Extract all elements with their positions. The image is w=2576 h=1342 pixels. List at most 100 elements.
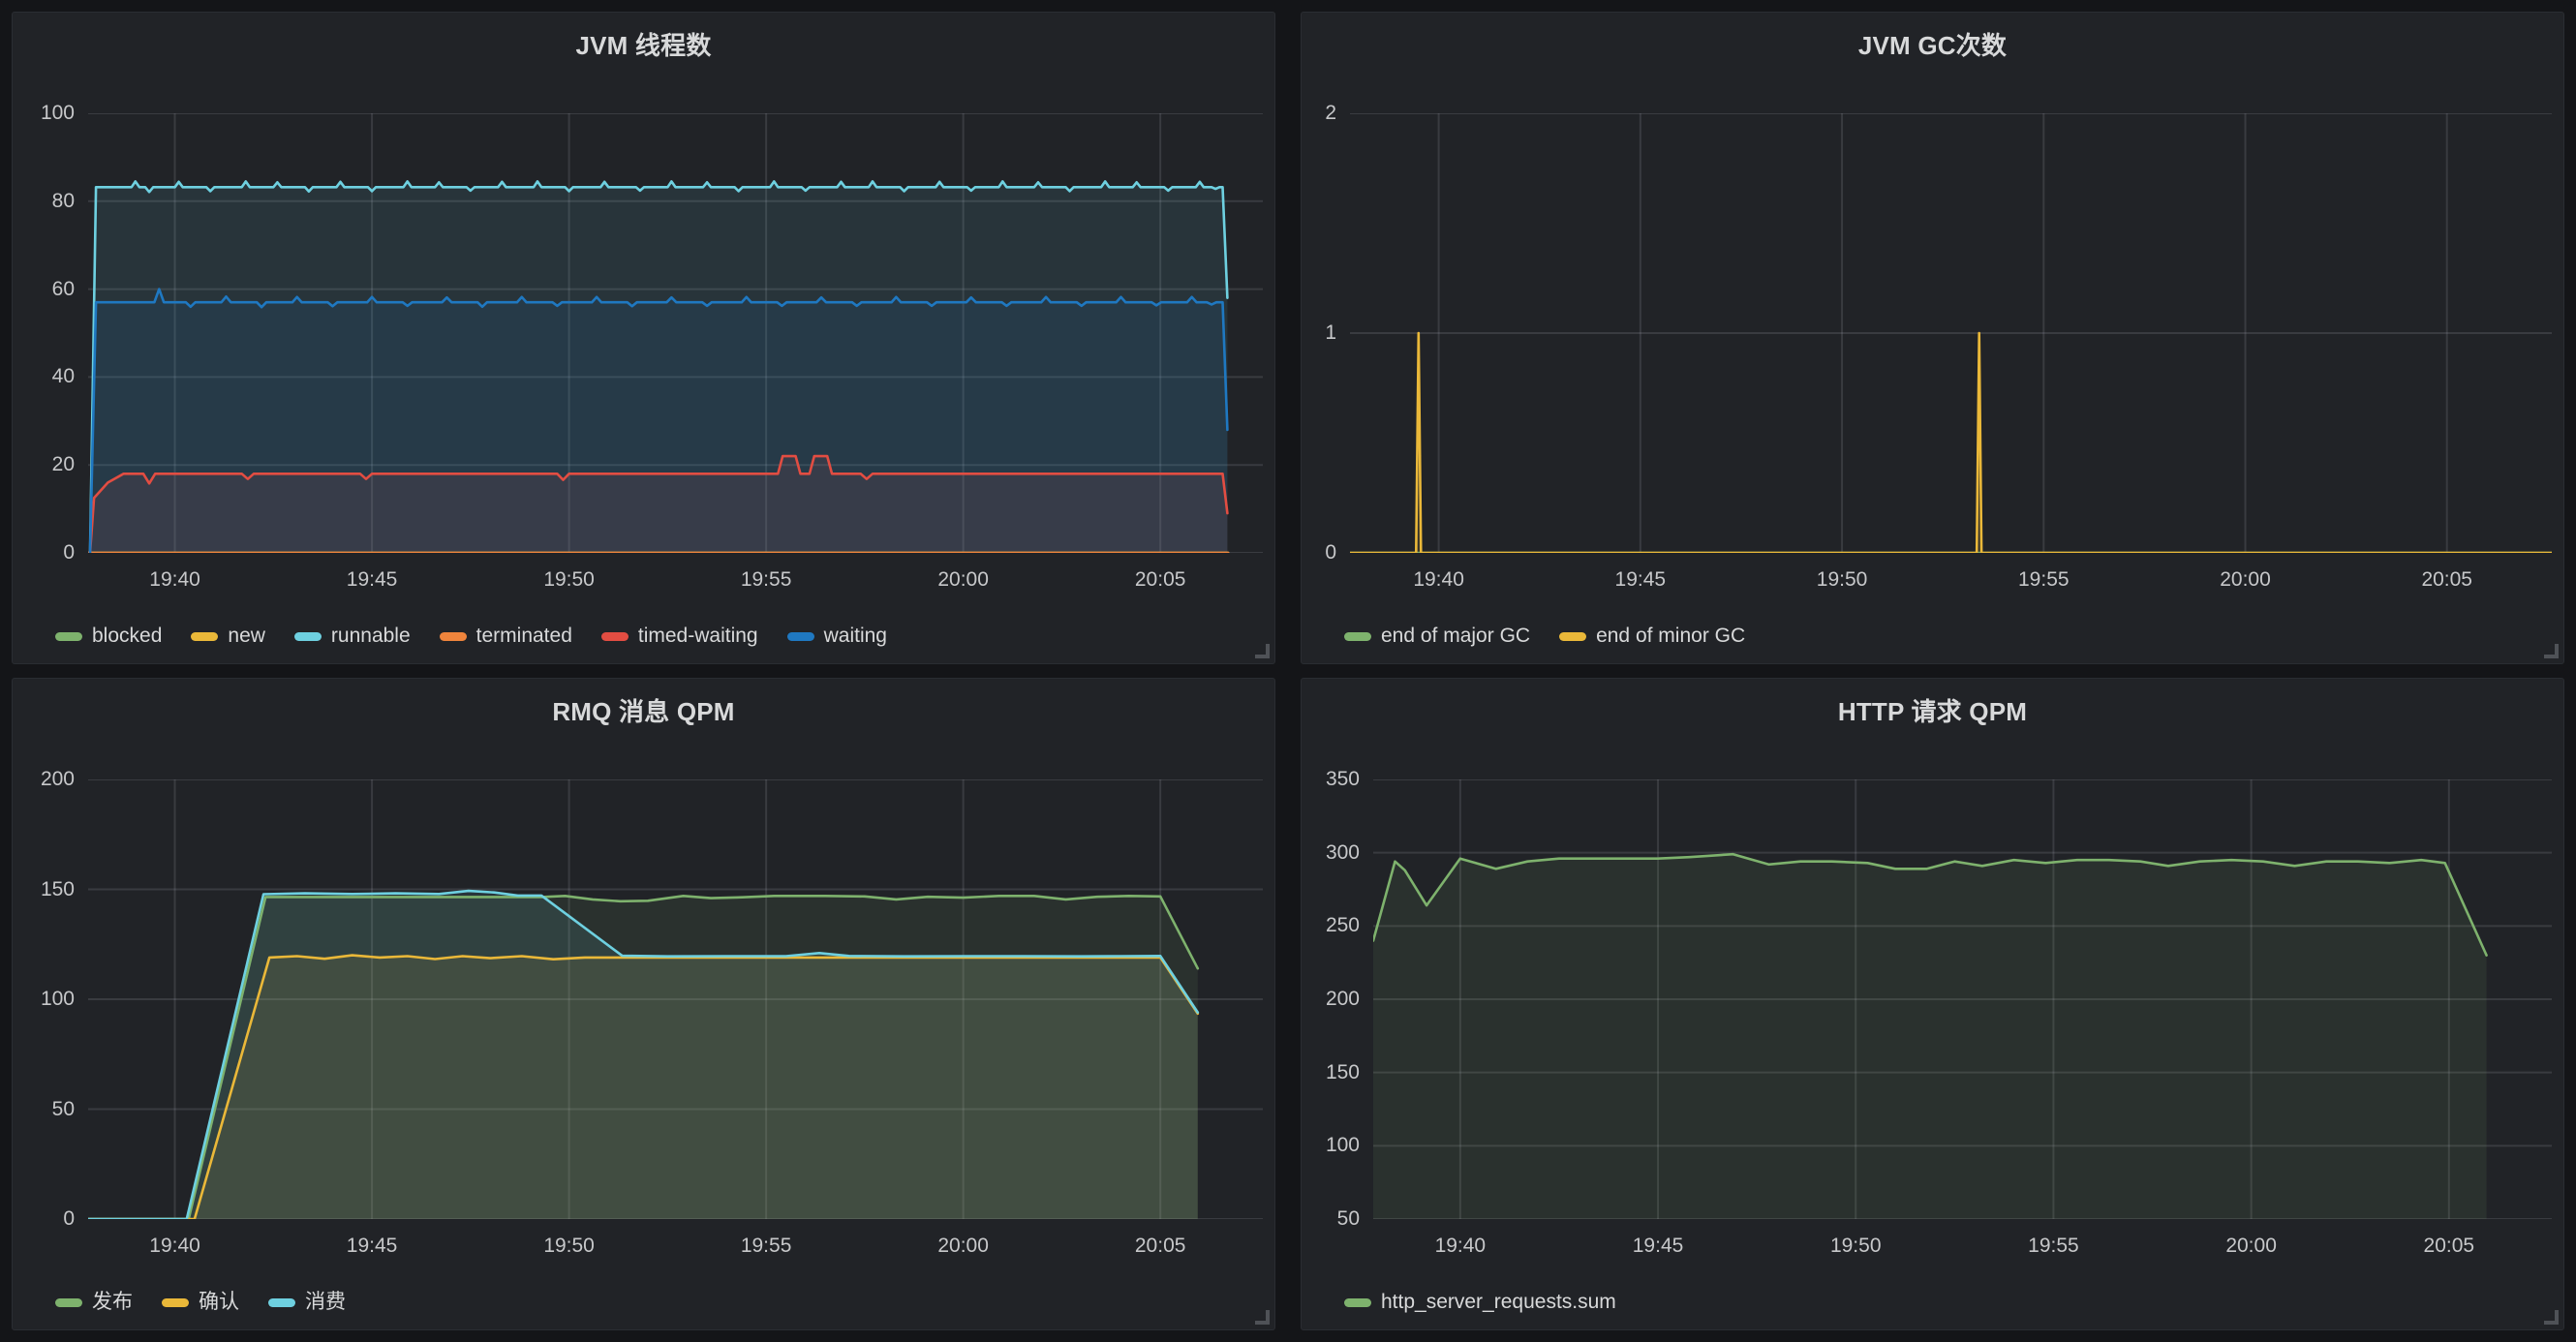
legend-label: end of minor GC bbox=[1596, 623, 1745, 650]
y-tick-label: 1 bbox=[1302, 321, 1336, 345]
resize-handle-icon[interactable] bbox=[1255, 644, 1270, 658]
legend-swatch-icon bbox=[1344, 1298, 1371, 1307]
legend-item[interactable]: end of major GC bbox=[1344, 623, 1530, 650]
series-line bbox=[1350, 333, 2552, 553]
legend-swatch-icon bbox=[440, 632, 467, 641]
chart-canvas[interactable] bbox=[1373, 779, 2552, 1219]
legend-label: runnable bbox=[331, 623, 411, 650]
chart-canvas[interactable] bbox=[88, 779, 1263, 1219]
legend-swatch-icon bbox=[191, 632, 218, 641]
x-tick-label: 19:40 bbox=[1435, 1235, 1487, 1258]
legend-item[interactable]: new bbox=[191, 623, 265, 650]
y-tick-label: 2 bbox=[1302, 102, 1336, 125]
plot-area: 0 20 40 60 80 100 19:40 19:45 19:50 19:55 20:00 20:… bbox=[13, 13, 1274, 663]
x-tick-label: 19:45 bbox=[347, 1235, 398, 1258]
series-fill bbox=[1373, 854, 2487, 1219]
resize-handle-icon[interactable] bbox=[1255, 1310, 1270, 1325]
x-tick-label: 19:50 bbox=[543, 568, 595, 592]
legend-item[interactable]: 确认 bbox=[162, 1289, 239, 1316]
y-tick-label: 200 bbox=[13, 768, 75, 791]
legend-swatch-icon bbox=[787, 632, 814, 641]
x-tick-label: 19:55 bbox=[2018, 568, 2070, 592]
x-tick-label: 20:00 bbox=[937, 1235, 989, 1258]
y-tick-label: 80 bbox=[13, 190, 75, 213]
y-tick-label: 50 bbox=[1302, 1207, 1360, 1231]
legend-label: blocked bbox=[92, 623, 162, 650]
legend-item[interactable]: 消费 bbox=[268, 1289, 346, 1316]
legend-label: timed-waiting bbox=[638, 623, 758, 650]
legend-label: waiting bbox=[824, 623, 887, 650]
y-tick-label: 100 bbox=[13, 102, 75, 125]
x-tick-label: 19:50 bbox=[1830, 1235, 1882, 1258]
legend-label: terminated bbox=[476, 623, 572, 650]
legend-label: 消费 bbox=[305, 1289, 346, 1316]
x-tick-label: 19:40 bbox=[149, 1235, 200, 1258]
legend-item[interactable]: blocked bbox=[55, 623, 162, 650]
y-tick-label: 200 bbox=[1302, 988, 1360, 1011]
x-tick-label: 20:00 bbox=[2220, 568, 2271, 592]
y-tick-label: 150 bbox=[1302, 1061, 1360, 1084]
legend-item[interactable]: timed-waiting bbox=[601, 623, 758, 650]
legend-item[interactable]: end of minor GC bbox=[1559, 623, 1745, 650]
chart-canvas[interactable] bbox=[1350, 113, 2552, 553]
legend-swatch-icon bbox=[601, 632, 629, 641]
legend: http_server_requests.sum bbox=[1344, 1289, 1616, 1316]
y-tick-label: 20 bbox=[13, 453, 75, 476]
legend-swatch-icon bbox=[162, 1298, 189, 1307]
y-tick-label: 100 bbox=[1302, 1134, 1360, 1157]
legend-item[interactable]: http_server_requests.sum bbox=[1344, 1289, 1616, 1316]
y-tick-label: 350 bbox=[1302, 768, 1360, 791]
legend-swatch-icon bbox=[55, 632, 82, 641]
legend-label: new bbox=[228, 623, 265, 650]
x-tick-label: 19:55 bbox=[741, 568, 792, 592]
legend: end of major GC end of minor GC bbox=[1344, 623, 1745, 650]
resize-handle-icon[interactable] bbox=[2544, 1310, 2559, 1325]
legend: blocked new runnable terminated timed-waitin… bbox=[55, 623, 887, 650]
legend-item[interactable]: 发布 bbox=[55, 1289, 133, 1316]
y-tick-label: 150 bbox=[13, 878, 75, 901]
panel-jvm-threads: JVM 线程数 02040608010019:4019:4519:5019:55… bbox=[12, 12, 1275, 664]
legend-item[interactable]: terminated bbox=[440, 623, 572, 650]
x-tick-label: 20:05 bbox=[2421, 568, 2472, 592]
y-tick-label: 40 bbox=[13, 365, 75, 388]
legend: 发布 确认 消费 bbox=[55, 1289, 346, 1316]
x-tick-label: 19:40 bbox=[1413, 568, 1464, 592]
x-tick-label: 19:45 bbox=[347, 568, 398, 592]
x-tick-label: 19:55 bbox=[2028, 1235, 2079, 1258]
panel-jvm-gc: JVM GC次数 01219:4019:4519:5019:5520:0020:… bbox=[1301, 12, 2564, 664]
plot-area: 05010015020019:4019:4519:5019:5520:0020:… bbox=[13, 679, 1274, 1329]
legend-swatch-icon bbox=[1559, 632, 1586, 641]
legend-label: 发布 bbox=[92, 1289, 133, 1316]
grafana-dashboard: JVM 线程数 02040608010019:4019:4519:5019:55… bbox=[0, 0, 2576, 1342]
x-tick-label: 20:05 bbox=[1135, 568, 1186, 592]
x-tick-label: 20:05 bbox=[1135, 1235, 1186, 1258]
y-tick-label: 100 bbox=[13, 988, 75, 1011]
legend-swatch-icon bbox=[294, 632, 322, 641]
resize-handle-icon[interactable] bbox=[2544, 644, 2559, 658]
legend-label: end of major GC bbox=[1381, 623, 1530, 650]
legend-label: http_server_requests.sum bbox=[1381, 1289, 1616, 1316]
legend-swatch-icon bbox=[55, 1298, 82, 1307]
x-tick-label: 19:45 bbox=[1615, 568, 1667, 592]
y-tick-label: 60 bbox=[13, 278, 75, 301]
x-tick-label: 20:05 bbox=[2424, 1235, 2475, 1258]
x-tick-label: 20:00 bbox=[2225, 1235, 2277, 1258]
panel-rmq-qpm: RMQ 消息 QPM 05010015020019:4019:4519:5019… bbox=[12, 678, 1275, 1330]
x-tick-label: 19:45 bbox=[1633, 1235, 1684, 1258]
series-fill bbox=[1350, 333, 2552, 553]
panel-http-qpm: HTTP 请求 QPM 5010015020025030035019:4019:… bbox=[1301, 678, 2564, 1330]
series-fill bbox=[90, 290, 1227, 553]
y-tick-label: 0 bbox=[13, 541, 75, 564]
x-tick-label: 19:40 bbox=[149, 568, 200, 592]
y-tick-label: 0 bbox=[1302, 541, 1336, 564]
legend-swatch-icon bbox=[1344, 632, 1371, 641]
y-tick-label: 300 bbox=[1302, 841, 1360, 865]
legend-swatch-icon bbox=[268, 1298, 295, 1307]
legend-item[interactable]: waiting bbox=[787, 623, 887, 650]
y-tick-label: 250 bbox=[1302, 914, 1360, 937]
legend-item[interactable]: runnable bbox=[294, 623, 411, 650]
y-tick-label: 0 bbox=[13, 1207, 75, 1231]
chart-canvas[interactable] bbox=[88, 113, 1263, 553]
plot-area: 01219:4019:4519:5019:5520:0020:05 bbox=[1302, 13, 2563, 663]
x-tick-label: 20:00 bbox=[937, 568, 989, 592]
